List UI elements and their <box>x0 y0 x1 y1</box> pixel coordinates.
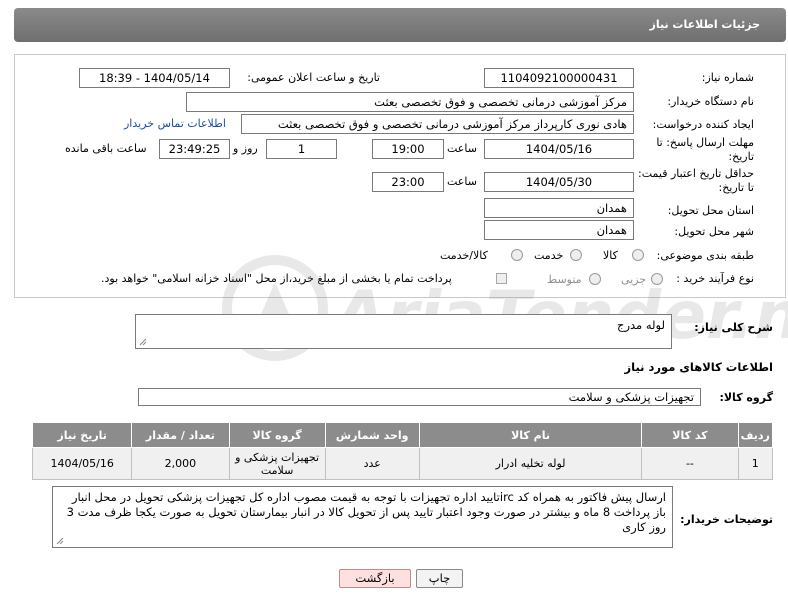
col-item-name: نام کالا <box>418 422 643 448</box>
cell-row-number: 1 <box>737 447 774 480</box>
need-number-field: 1104092100000431 <box>484 68 634 88</box>
announce-date-field: 1404/05/14 - 18:39 <box>79 68 230 88</box>
requester-field: هادی نوری کارپرداز مرکز آموزشی درمانی تخ… <box>241 114 634 134</box>
category-goods-label: کالا <box>603 249 618 262</box>
buyer-notes-textbox[interactable]: ارسال پیش فاکتور به همراه کد ircتایید اد… <box>52 486 673 548</box>
category-goods-radio[interactable] <box>632 249 644 261</box>
col-unit: واحد شمارش <box>324 422 420 448</box>
reply-time-field: 19:00 <box>372 139 444 159</box>
city-label: شهر محل تحویل: <box>674 225 754 238</box>
remaining-time-label: ساعت باقی مانده <box>65 142 147 155</box>
process-minor-label: جزیی <box>621 273 647 286</box>
validity-time-field: 23:00 <box>372 172 444 192</box>
print-button[interactable]: چاپ <box>416 569 463 588</box>
summary-text: لوله مدرج <box>617 318 665 332</box>
reply-date-field: 1404/05/16 <box>484 139 634 159</box>
days-label: روز و <box>233 142 258 155</box>
process-label: نوع فرآیند خرید : <box>676 272 754 285</box>
table-header-row: ردیف کد کالا نام کالا واحد شمارش گروه کا… <box>31 422 774 448</box>
page-title: جزئیات اطلاعات نیاز <box>649 18 761 31</box>
requester-label: ایجاد کننده درخواست: <box>652 118 754 131</box>
category-goods-service-radio[interactable] <box>511 249 523 261</box>
summary-label: شرح کلی نیاز: <box>694 321 773 334</box>
buyer-contact-link[interactable]: اطلاعات تماس خریدار <box>124 117 226 130</box>
resize-grip-icon[interactable] <box>56 537 64 545</box>
table-row: 1 -- لوله تخلیه ادرار عدد تجهیزات پزشکی … <box>31 447 774 480</box>
validity-time-label: ساعت <box>447 175 477 188</box>
col-row-number: ردیف <box>737 422 774 448</box>
cell-item-code: -- <box>641 447 739 480</box>
goods-info-title: اطلاعات کالاهای مورد نیاز <box>624 360 773 374</box>
buyer-notes-label: توضیحات خریدار: <box>680 513 773 526</box>
category-goods-service-label: کالا/خدمت <box>440 249 488 262</box>
buyer-notes-text: ارسال پیش فاکتور به همراه کد ircتایید اد… <box>66 490 666 534</box>
goods-group-field: تجهیزات پزشکی و سلامت <box>138 388 701 406</box>
cell-item-name: لوله تخلیه ادرار <box>418 447 643 480</box>
province-field: همدان <box>484 198 634 218</box>
col-need-date: تاریخ نیاز <box>31 422 133 448</box>
process-minor-radio[interactable] <box>651 273 663 285</box>
col-quantity: تعداد / مقدار <box>131 422 230 448</box>
category-service-label: خدمت <box>534 249 564 262</box>
days-field: 1 <box>266 139 337 159</box>
goods-group-label: گروه کالا: <box>719 391 773 404</box>
announce-date-label: تاریخ و ساعت اعلان عمومی: <box>247 71 380 84</box>
reply-time-label: ساعت <box>447 142 477 155</box>
back-button[interactable]: بازگشت <box>339 569 411 588</box>
buyer-org-field: مرکز آموزشی درمانی تخصصی و فوق تخصصی بعث… <box>186 92 634 112</box>
city-field: همدان <box>484 220 634 240</box>
remaining-time-field: 23:49:25 <box>159 139 230 159</box>
process-medium-label: متوسط <box>547 273 582 286</box>
cell-unit: عدد <box>324 447 420 480</box>
need-number-label: شماره نیاز: <box>701 71 754 84</box>
province-label: استان محل تحویل: <box>667 204 754 217</box>
treasury-payment-checkbox[interactable] <box>496 273 507 284</box>
process-medium-radio[interactable] <box>589 273 601 285</box>
treasury-payment-note: پرداخت تمام یا بخشی از مبلغ خرید،از محل … <box>101 272 452 285</box>
category-service-radio[interactable] <box>570 249 582 261</box>
cell-quantity: 2,000 <box>131 447 230 480</box>
price-validity-label: حداقل تاریخ اعتبار قیمت: تا تاریخ: <box>638 167 754 194</box>
items-table: ردیف کد کالا نام کالا واحد شمارش گروه کا… <box>31 422 774 480</box>
col-goods-group: گروه کالا <box>228 422 326 448</box>
col-item-code: کد کالا <box>641 422 739 448</box>
buyer-org-label: نام دستگاه خریدار: <box>667 95 754 108</box>
resize-grip-icon[interactable] <box>139 338 147 346</box>
category-label: طبقه بندی موضوعی: <box>656 249 754 262</box>
page-header: جزئیات اطلاعات نیاز <box>14 8 786 42</box>
reply-deadline-label: مهلت ارسال پاسخ: تا تاریخ: <box>656 136 754 163</box>
cell-goods-group: تجهیزات پزشکی و سلامت <box>228 447 326 480</box>
summary-textbox[interactable]: لوله مدرج <box>135 314 672 349</box>
validity-date-field: 1404/05/30 <box>484 172 634 192</box>
cell-need-date: 1404/05/16 <box>31 447 133 480</box>
